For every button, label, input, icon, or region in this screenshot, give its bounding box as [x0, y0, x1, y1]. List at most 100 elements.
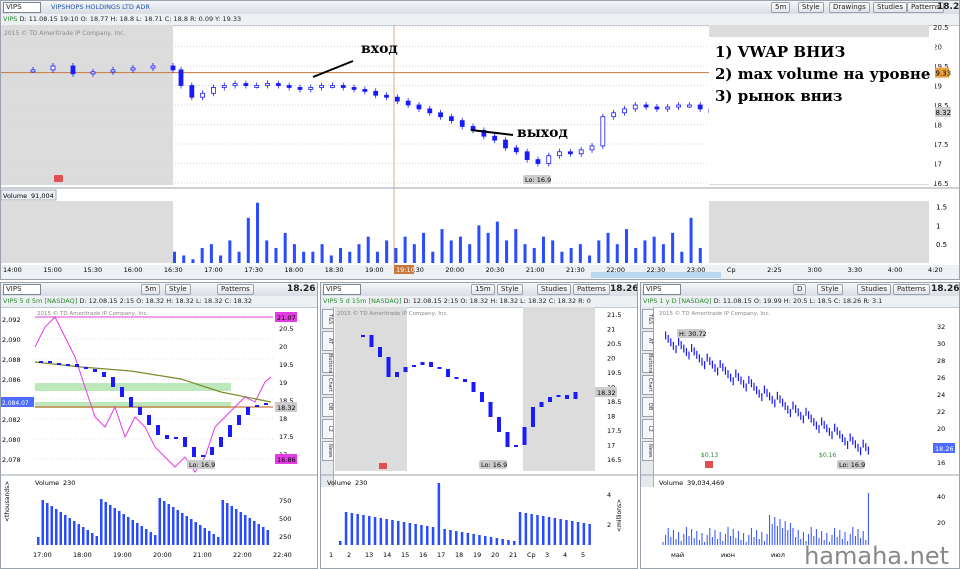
volume-bar	[230, 506, 233, 545]
volume-bar	[235, 509, 238, 545]
volume-bar	[95, 536, 98, 545]
volume-bar	[373, 517, 377, 545]
volume-bar	[212, 534, 215, 545]
volume-bar	[403, 236, 407, 263]
right-tick-label: 20	[937, 425, 945, 433]
right-tick-label: 21	[607, 326, 615, 334]
volume-bar	[661, 244, 665, 263]
candle-body	[632, 104, 638, 110]
candle-body	[654, 106, 660, 110]
candle-body	[57, 363, 61, 365]
candle-body	[110, 69, 116, 73]
volume-bar	[158, 498, 161, 545]
right-tick-label: 19.5	[607, 369, 621, 377]
volume-bar	[163, 501, 166, 545]
volume-bar	[606, 232, 610, 263]
candle-body	[174, 437, 178, 439]
premarket-vol-shade	[1, 201, 173, 263]
volume-bar	[375, 251, 379, 263]
vol-tick-label: 750	[279, 497, 291, 505]
x-tick-label: 20:30	[486, 266, 505, 274]
mid-price-chart: 2015 © TD Ameritrade IP Company, Inc. 21.…	[321, 307, 637, 559]
x-tick-label: 19	[473, 551, 481, 559]
last-price: 18.26	[937, 2, 960, 12]
candle-body	[369, 335, 374, 347]
studies-button[interactable]: Studies	[857, 284, 891, 295]
studies-button[interactable]: Studies	[873, 2, 907, 13]
right-tick-label: 19	[279, 379, 287, 387]
left-tick-label: 2,078	[2, 456, 21, 464]
style-button[interactable]: Style	[817, 284, 843, 295]
postmarket-shade	[523, 307, 595, 471]
chart-name: VIPS	[3, 15, 18, 23]
volume-bar	[248, 518, 251, 545]
patterns-button[interactable]: Patterns	[573, 284, 610, 295]
volume-label: Volume	[35, 479, 59, 487]
volume-bar	[460, 532, 464, 545]
vol-axis-label: <millions>	[616, 499, 623, 532]
volume-bar	[530, 514, 533, 545]
volume-bar	[145, 529, 148, 545]
x-tick-label: 4:20	[928, 266, 943, 274]
right-tick-label: 18.5	[607, 398, 621, 406]
y-tick-label: 16.5	[933, 180, 949, 188]
candle-body	[156, 425, 160, 435]
candle-body	[589, 145, 595, 151]
lo-label: Lo: 16.9	[189, 461, 215, 469]
x-tick-label: 1	[329, 551, 333, 559]
style-button[interactable]: Style	[497, 284, 523, 295]
symbol-input[interactable]: VIPS	[3, 284, 41, 295]
volume-bar	[339, 541, 342, 545]
x-tick-label: июн	[721, 551, 735, 559]
symbol-input[interactable]: VIPS	[323, 284, 361, 295]
vol-tick-label: 20	[937, 519, 945, 527]
right-tick-label: 21.5	[607, 311, 621, 319]
alert-icon	[705, 461, 713, 468]
right-tick-label: 16.5	[607, 456, 621, 464]
patterns-button[interactable]: Patterns	[893, 284, 930, 295]
last-price: 18.26	[287, 284, 316, 294]
studies-button[interactable]: Studies	[537, 284, 571, 295]
volume-bar	[514, 229, 518, 263]
x-tick-label: 4:00	[888, 266, 903, 274]
drawings-button[interactable]: Drawings	[829, 2, 870, 13]
candle-body	[531, 407, 535, 427]
note-line: 3) рынок вниз	[715, 87, 843, 105]
interval-button[interactable]: 5m	[771, 2, 791, 13]
candle-body	[210, 447, 214, 455]
x-tick-label: 21:00	[526, 266, 545, 274]
volume-bar	[468, 244, 472, 263]
candle-body	[130, 67, 136, 71]
style-button[interactable]: Style	[798, 2, 824, 13]
interval-button[interactable]: 15m	[471, 284, 495, 295]
vol-tick-label: 0.5	[936, 241, 947, 249]
hi-label: H: 30.72	[679, 330, 707, 338]
style-button[interactable]: Style	[165, 284, 191, 295]
volume-bar	[266, 530, 269, 545]
candle-body	[676, 104, 681, 108]
volume-bar	[422, 232, 426, 263]
interval-button[interactable]: 5m	[141, 284, 161, 295]
candle-body	[611, 112, 617, 118]
candle-body	[454, 377, 459, 379]
interval-button[interactable]: D	[793, 284, 807, 295]
x-tick-label: 21:00	[193, 551, 212, 559]
volume-bar	[553, 518, 557, 545]
candle-body	[297, 87, 303, 90]
volume-bar	[486, 232, 490, 263]
volume-bar	[203, 528, 206, 545]
volume-bar	[426, 526, 429, 545]
volume-bar	[283, 232, 287, 263]
volume-bar	[385, 240, 389, 263]
volume-bar	[571, 521, 574, 545]
symbol-input[interactable]: VIPS	[3, 2, 41, 13]
patterns-button[interactable]: Patterns	[217, 284, 254, 295]
candle-body	[138, 407, 142, 415]
candle-body	[362, 89, 368, 92]
symbol-input[interactable]: VIPS	[643, 284, 681, 295]
right-tick-label: 30	[937, 340, 945, 348]
candle-body	[93, 369, 97, 372]
volume-bar	[368, 516, 371, 545]
candle-body	[578, 149, 584, 155]
volume-bar	[199, 525, 202, 545]
